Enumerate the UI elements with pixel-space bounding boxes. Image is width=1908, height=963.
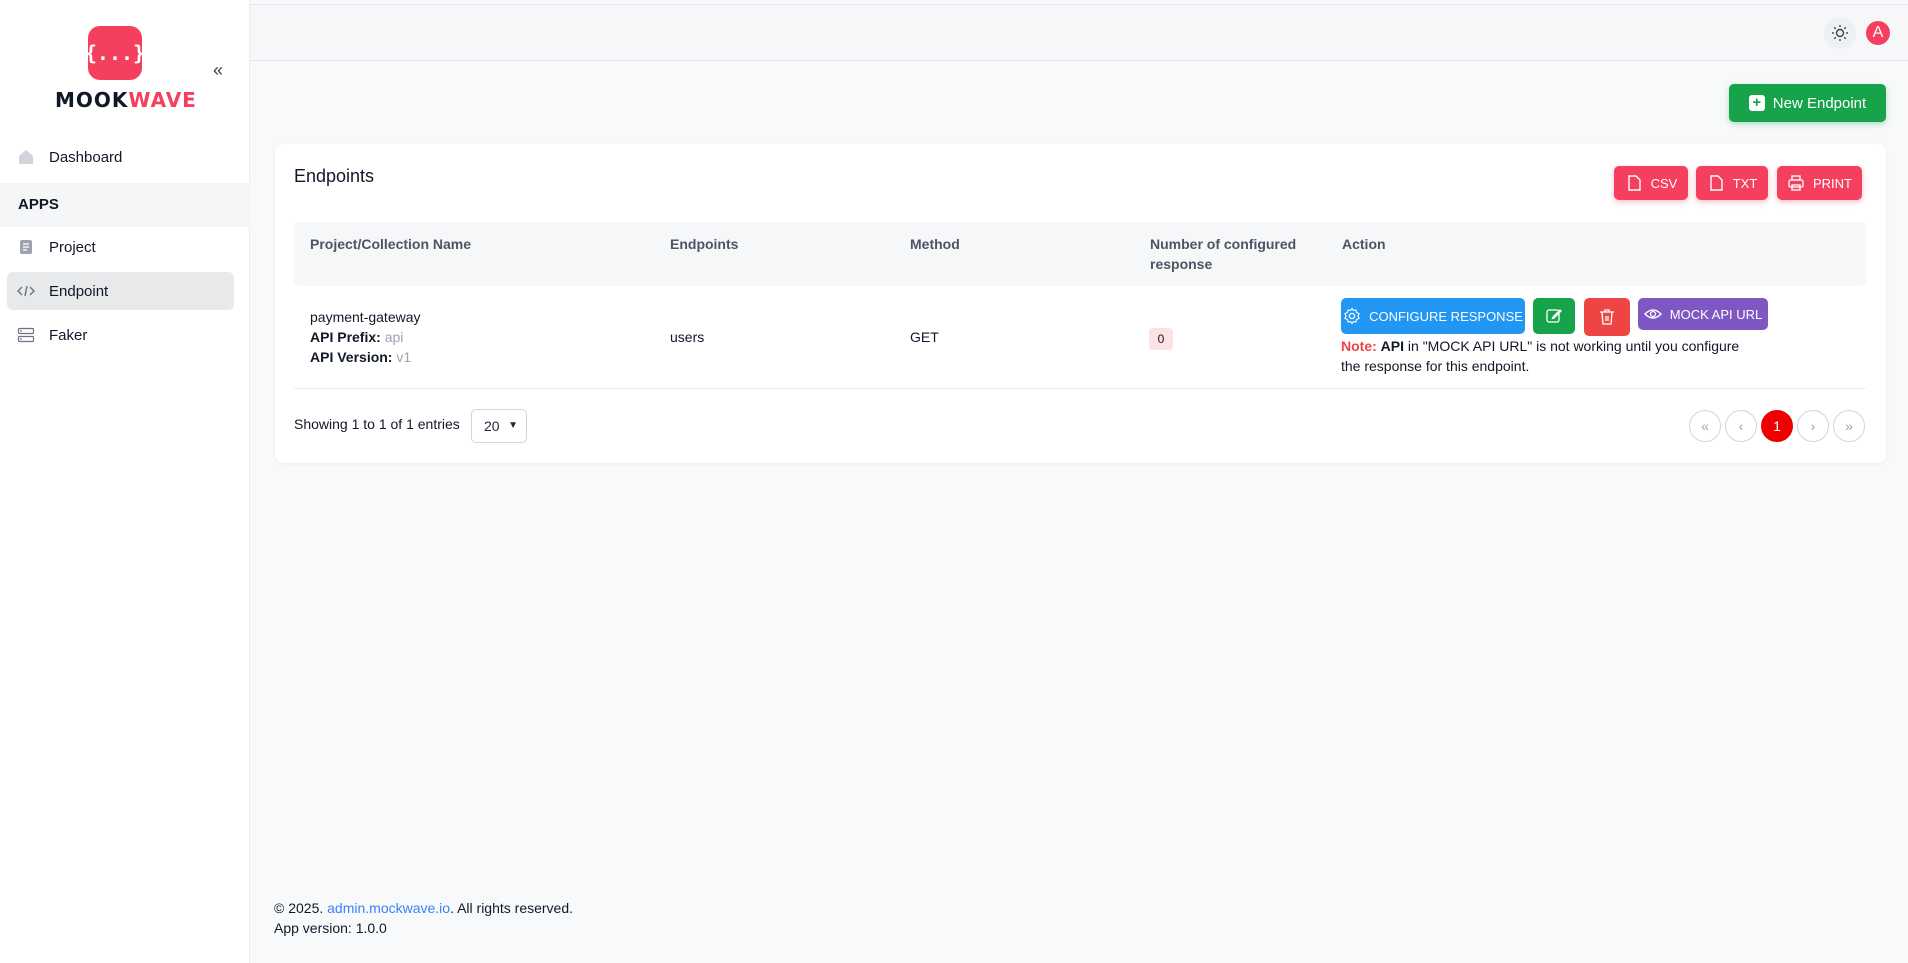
server-icon (17, 326, 35, 344)
export-csv-button[interactable]: CSV (1614, 166, 1688, 200)
home-icon (17, 148, 35, 166)
code-icon (17, 282, 35, 300)
note-text: Note: API in "MOCK API URL" is not worki… (1341, 338, 1740, 374)
sidebar: {...} MOOKWAVE « Dashboard APPS Project … (0, 0, 250, 963)
file-icon (1710, 175, 1723, 191)
app-version: App version: 1.0.0 (274, 920, 387, 936)
sidebar-item-dashboard[interactable]: Dashboard (7, 138, 234, 176)
column-header-configured: Number of configured response (1150, 236, 1297, 272)
chevron-down-icon: ▼ (508, 420, 518, 431)
export-txt-button[interactable]: TXT (1696, 166, 1768, 200)
logo-icon: {...} (85, 26, 145, 80)
edit-button[interactable] (1533, 298, 1575, 334)
delete-button[interactable] (1584, 298, 1630, 336)
column-header-method: Method (910, 236, 960, 252)
apps-section-label: APPS (0, 183, 250, 227)
endpoints-card: Endpoints CSV TXT PRINT Project/Collecti… (275, 144, 1886, 463)
page-1-button[interactable]: 1 (1761, 410, 1793, 442)
trash-icon (1600, 309, 1614, 325)
eye-icon (1643, 309, 1662, 319)
plus-icon: + (1748, 95, 1765, 111)
card-title: Endpoints (294, 166, 375, 186)
previous-page-button[interactable]: ‹ (1725, 410, 1757, 442)
brand-logo: MOOKWAVE (55, 88, 197, 112)
chevron-left-icon: ‹ (1738, 418, 1744, 434)
new-endpoint-button[interactable]: + New Endpoint (1729, 84, 1886, 122)
endpoint-cell: users (670, 329, 705, 345)
sidebar-item-label: Endpoint (49, 282, 109, 300)
double-chevron-right-icon: » (1845, 418, 1853, 434)
sidebar-item-label: Project (49, 238, 96, 256)
next-page-button[interactable]: › (1797, 410, 1829, 442)
method-cell: GET (910, 329, 939, 345)
printer-icon (1788, 175, 1804, 191)
table-header: Project/Collection Name Endpoints Method… (294, 222, 1866, 286)
top-bar (250, 4, 1908, 61)
page-size-select[interactable]: 20 ▼ (471, 409, 527, 443)
file-icon (1627, 175, 1641, 191)
print-button[interactable]: PRINT (1777, 166, 1862, 200)
mock-api-url-button[interactable]: MOCK API URL (1638, 298, 1768, 330)
column-header-project: Project/Collection Name (310, 236, 472, 252)
theme-toggle-sun-icon[interactable] (1824, 17, 1856, 49)
configure-response-button[interactable]: CONFIGURE RESPONSE (1341, 298, 1525, 334)
first-page-button[interactable]: « (1689, 410, 1721, 442)
api-version-value: v1 (396, 349, 412, 365)
configured-count-badge: 0 (1149, 328, 1173, 350)
api-prefix-value: api (384, 329, 404, 345)
sidebar-item-faker[interactable]: Faker (7, 316, 234, 354)
sidebar-item-project[interactable]: Project (7, 228, 234, 266)
project-name: payment-gateway (310, 309, 421, 325)
column-header-action: Action (1342, 236, 1386, 252)
double-chevron-left-icon: « (1701, 418, 1709, 434)
entries-info: Showing 1 to 1 of 1 entries (294, 416, 460, 432)
pencil-icon (1546, 309, 1562, 323)
user-avatar[interactable]: A (1866, 21, 1890, 45)
sidebar-item-label: Dashboard (49, 148, 123, 166)
footer-link[interactable]: admin.mockwave.io (327, 900, 450, 916)
chevron-right-icon: › (1810, 418, 1816, 434)
project-cell: payment-gateway API Prefix: api API Vers… (310, 309, 421, 365)
gear-icon (1344, 307, 1360, 325)
collapse-sidebar-icon[interactable]: « (208, 60, 228, 80)
sidebar-item-label: Faker (49, 326, 88, 344)
last-page-button[interactable]: » (1833, 410, 1865, 442)
footer: © 2025. admin.mockwave.io. All rights re… (274, 900, 574, 936)
table-row: payment-gateway API Prefix: api API Vers… (294, 286, 1866, 389)
column-header-endpoints: Endpoints (670, 236, 739, 252)
document-icon (17, 238, 35, 256)
sidebar-item-endpoint[interactable]: Endpoint (7, 272, 234, 310)
